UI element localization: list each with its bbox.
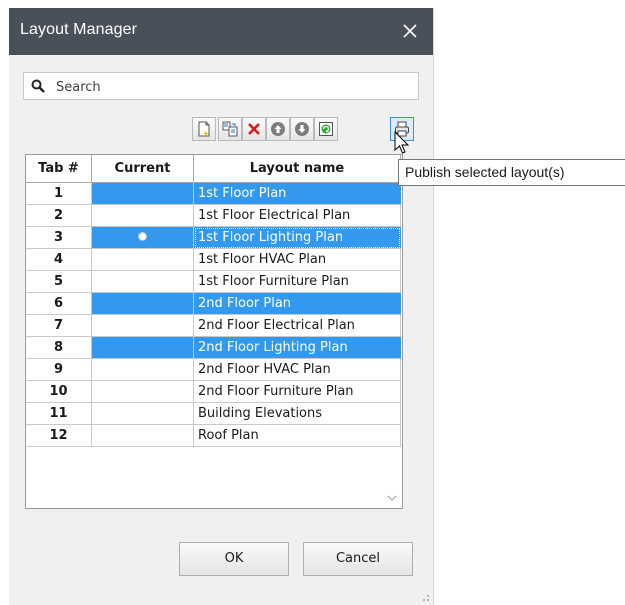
current-indicator-icon <box>138 232 147 241</box>
layout-name-cell[interactable]: Roof Plan <box>194 425 401 447</box>
copy-layout-icon <box>222 121 238 137</box>
current-cell <box>92 249 194 271</box>
mouse-cursor-icon <box>394 131 410 154</box>
tab-number-cell: 10 <box>26 381 92 403</box>
layout-name-cell[interactable]: Building Elevations <box>194 403 401 425</box>
current-cell <box>92 381 194 403</box>
layout-name-cell[interactable]: 1st Floor Lighting Plan <box>194 227 401 249</box>
tab-number-cell: 2 <box>26 205 92 227</box>
layout-name-cell[interactable]: 2nd Floor Electrical Plan <box>194 315 401 337</box>
tab-number-cell: 6 <box>26 293 92 315</box>
layout-name-cell[interactable]: 1st Floor Plan <box>194 183 401 205</box>
column-header-current[interactable]: Current <box>92 155 194 183</box>
copy-layout-button[interactable] <box>218 117 242 141</box>
layout-manager-dialog: Layout Manager Search Tab # Current Layo… <box>9 8 434 605</box>
refresh-button[interactable] <box>314 117 338 141</box>
table-row[interactable]: 6 2nd Floor Plan <box>26 293 401 315</box>
table-row[interactable]: 8 2nd Floor Lighting Plan <box>26 337 401 359</box>
layout-name-cell[interactable]: 2nd Floor Lighting Plan <box>194 337 401 359</box>
table-row[interactable]: 1 1st Floor Plan <box>26 183 401 205</box>
ok-button[interactable]: OK <box>179 542 289 576</box>
move-down-icon <box>295 122 309 136</box>
close-button[interactable] <box>387 8 433 55</box>
table-row[interactable]: 4 1st Floor HVAC Plan <box>26 249 401 271</box>
layout-name-cell[interactable]: 1st Floor HVAC Plan <box>194 249 401 271</box>
current-cell <box>92 337 194 359</box>
delete-layout-button[interactable] <box>242 117 266 141</box>
table-row[interactable]: 10 2nd Floor Furniture Plan <box>26 381 401 403</box>
layouts-table: Tab # Current Layout name 1 1st Floor Pla… <box>25 154 403 509</box>
current-cell <box>92 425 194 447</box>
table-row[interactable]: 7 2nd Floor Electrical Plan <box>26 315 401 337</box>
table-row[interactable]: 12 Roof Plan <box>26 425 401 447</box>
tab-number-cell: 7 <box>26 315 92 337</box>
current-cell <box>92 315 194 337</box>
tab-number-cell: 8 <box>26 337 92 359</box>
tab-number-cell: 11 <box>26 403 92 425</box>
table-row[interactable]: 2 1st Floor Electrical Plan <box>26 205 401 227</box>
move-up-button[interactable] <box>266 117 290 141</box>
current-cell <box>92 205 194 227</box>
refresh-icon <box>319 122 333 136</box>
tooltip: Publish selected layout(s) <box>398 159 625 186</box>
current-cell <box>92 227 194 249</box>
tab-number-cell: 3 <box>26 227 92 249</box>
search-icon <box>31 79 45 93</box>
search-input[interactable] <box>54 75 408 99</box>
tab-number-cell: 5 <box>26 271 92 293</box>
layout-name-cell[interactable]: 1st Floor Electrical Plan <box>194 205 401 227</box>
current-cell <box>92 293 194 315</box>
tab-number-cell: 1 <box>26 183 92 205</box>
move-down-button[interactable] <box>290 117 314 141</box>
tab-number-cell: 4 <box>26 249 92 271</box>
layout-name-cell[interactable]: 2nd Floor HVAC Plan <box>194 359 401 381</box>
title-bar: Layout Manager <box>9 8 433 55</box>
window-title: Layout Manager <box>20 21 138 38</box>
current-cell <box>92 359 194 381</box>
layout-name-cell[interactable]: 2nd Floor Plan <box>194 293 401 315</box>
layout-name-cell[interactable]: 1st Floor Furniture Plan <box>194 271 401 293</box>
current-cell <box>92 271 194 293</box>
new-layout-icon <box>198 121 210 137</box>
current-cell <box>92 403 194 425</box>
table-row[interactable]: 11 Building Elevations <box>26 403 401 425</box>
search-box[interactable] <box>23 72 419 100</box>
column-header-layout-name[interactable]: Layout name <box>194 155 401 183</box>
close-icon <box>403 24 417 38</box>
table-row[interactable]: 5 1st Floor Furniture Plan <box>26 271 401 293</box>
new-layout-button[interactable] <box>192 117 216 141</box>
table-row[interactable]: 9 2nd Floor HVAC Plan <box>26 359 401 381</box>
tab-number-cell: 9 <box>26 359 92 381</box>
table-row[interactable]: 3 1st Floor Lighting Plan <box>26 227 401 249</box>
move-up-icon <box>271 122 285 136</box>
chevron-down-icon[interactable] <box>387 495 397 502</box>
table-header: Tab # Current Layout name <box>26 155 401 183</box>
current-cell <box>92 183 194 205</box>
column-header-tab[interactable]: Tab # <box>26 155 92 183</box>
tab-number-cell: 12 <box>26 425 92 447</box>
layout-name-cell[interactable]: 2nd Floor Furniture Plan <box>194 381 401 403</box>
cancel-button[interactable]: Cancel <box>303 542 413 576</box>
resize-grip-icon[interactable] <box>420 592 430 602</box>
delete-icon <box>248 123 260 135</box>
